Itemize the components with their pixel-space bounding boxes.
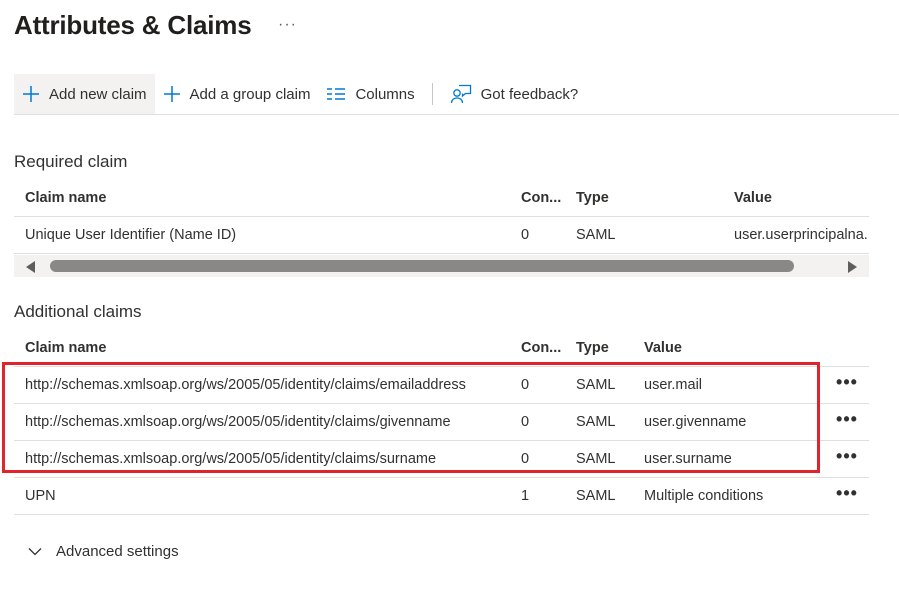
add-new-claim-button[interactable]: Add new claim [14, 74, 155, 114]
feedback-label: Got feedback? [480, 85, 579, 103]
value-cell: user.userprincipalna.. [734, 227, 869, 243]
chevron-down-icon [28, 548, 42, 556]
page-title: Attributes & Claims [14, 10, 252, 40]
con-cell: 0 [521, 227, 530, 243]
con-cell: 0 [521, 414, 530, 430]
claim-name-cell: UPN [25, 488, 56, 504]
command-bar: Add new claim Add a group claim Columns … [14, 74, 899, 115]
header-value[interactable]: Value [734, 180, 772, 216]
header-value[interactable]: Value [644, 330, 682, 366]
table-header-row: Claim name Con... Type Value [14, 180, 869, 217]
plus-icon [163, 86, 180, 102]
feedback-button[interactable]: Got feedback? [442, 74, 587, 114]
claim-name-cell: http://schemas.xmlsoap.org/ws/2005/05/id… [25, 377, 466, 393]
claim-name-cell: http://schemas.xmlsoap.org/ws/2005/05/id… [25, 451, 437, 467]
columns-icon [327, 88, 346, 100]
type-cell: SAML [576, 414, 616, 430]
header-type[interactable]: Type [576, 180, 609, 216]
required-claim-table: Claim name Con... Type Value Unique User… [14, 180, 869, 254]
header-con[interactable]: Con... [521, 330, 561, 366]
toolbar-divider [431, 83, 433, 105]
type-cell: SAML [576, 227, 616, 243]
con-cell: 0 [521, 451, 530, 467]
con-cell: 1 [521, 488, 530, 504]
add-group-claim-label: Add a group claim [189, 85, 311, 103]
header-type[interactable]: Type [576, 330, 609, 366]
row-more-button[interactable]: ••• [833, 404, 861, 440]
columns-label: Columns [355, 85, 415, 103]
add-group-claim-button[interactable]: Add a group claim [155, 74, 319, 114]
table-header-row: Claim name Con... Type Value [14, 330, 869, 367]
header-claim-name[interactable]: Claim name [25, 330, 106, 366]
value-cell: user.mail [644, 377, 703, 393]
columns-button[interactable]: Columns [318, 74, 422, 114]
required-claim-heading: Required claim [14, 152, 128, 171]
scroll-left-arrow-icon[interactable] [26, 261, 35, 273]
scroll-right-arrow-icon[interactable] [848, 261, 857, 273]
type-cell: SAML [576, 451, 616, 467]
table-row[interactable]: UPN 1 SAML Multiple conditions ••• [14, 478, 869, 515]
advanced-settings-label: Advanced settings [56, 543, 179, 560]
additional-claims-table: Claim name Con... Type Value http://sche… [14, 330, 869, 515]
value-cell: user.surname [644, 451, 732, 467]
con-cell: 0 [521, 377, 530, 393]
feedback-person-icon [450, 84, 471, 104]
page-more-button[interactable]: ··· [278, 16, 297, 34]
value-cell: user.givenname [644, 414, 747, 430]
header-con[interactable]: Con... [521, 180, 561, 216]
plus-icon [23, 86, 39, 102]
add-new-claim-label: Add new claim [49, 85, 147, 103]
claim-name-cell: http://schemas.xmlsoap.org/ws/2005/05/id… [25, 414, 451, 430]
claim-name-cell: Unique User Identifier (Name ID) [25, 227, 237, 243]
horizontal-scrollbar[interactable] [14, 255, 869, 277]
type-cell: SAML [576, 488, 616, 504]
table-row[interactable]: http://schemas.xmlsoap.org/ws/2005/05/id… [14, 404, 869, 441]
advanced-settings-toggle[interactable]: Advanced settings [28, 543, 179, 560]
row-more-button[interactable]: ••• [833, 367, 861, 403]
row-more-button[interactable]: ••• [833, 478, 861, 514]
value-cell: Multiple conditions [644, 488, 764, 504]
scrollbar-thumb[interactable] [50, 260, 794, 272]
header-claim-name[interactable]: Claim name [25, 180, 106, 216]
additional-claims-heading: Additional claims [14, 302, 142, 321]
table-row[interactable]: http://schemas.xmlsoap.org/ws/2005/05/id… [14, 367, 869, 404]
row-more-button[interactable]: ••• [833, 441, 861, 477]
type-cell: SAML [576, 377, 616, 393]
table-row[interactable]: Unique User Identifier (Name ID) 0 SAML … [14, 217, 869, 254]
table-row[interactable]: http://schemas.xmlsoap.org/ws/2005/05/id… [14, 441, 869, 478]
